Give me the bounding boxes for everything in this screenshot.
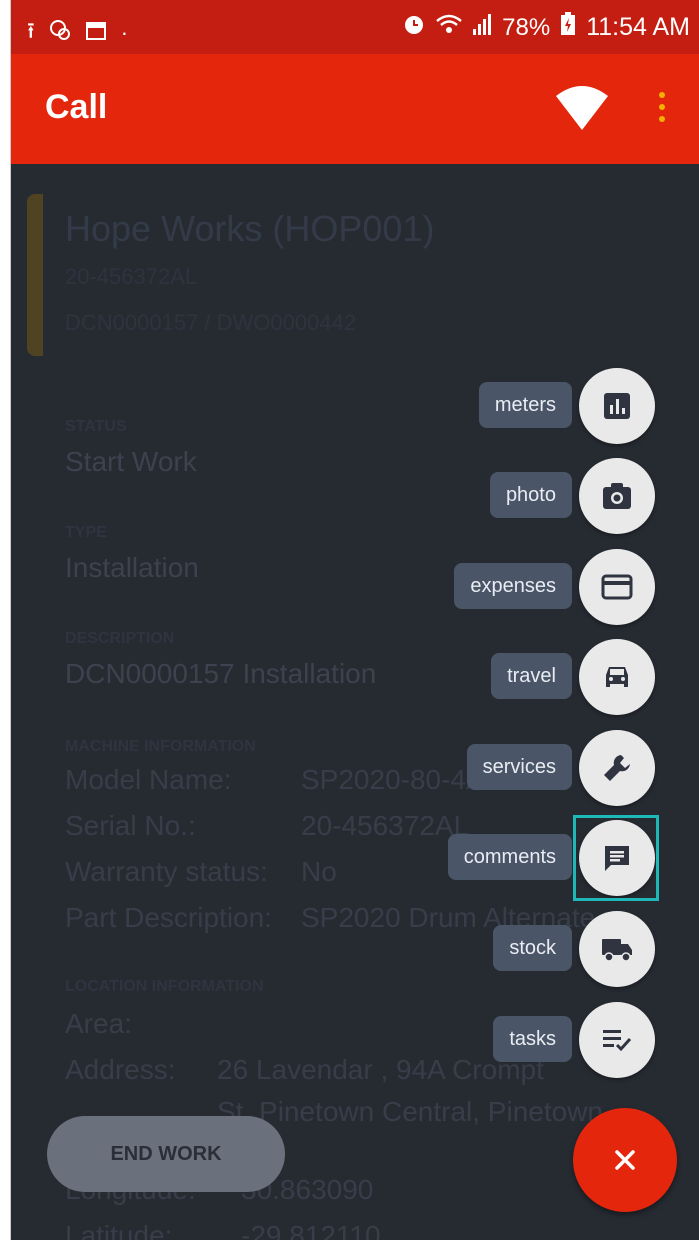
wifi-connected-icon[interactable]: [556, 84, 608, 135]
services-button[interactable]: [579, 730, 655, 806]
close-icon: [615, 1150, 635, 1170]
photo-label[interactable]: photo: [489, 472, 572, 518]
battery-percent: 78%: [502, 13, 551, 41]
page-title: Call: [45, 88, 108, 126]
close-menu-button[interactable]: [573, 1108, 677, 1212]
more-options-icon[interactable]: [659, 92, 665, 128]
services-label[interactable]: services: [466, 744, 572, 790]
truck-icon: [602, 939, 632, 962]
bar-chart-icon: [604, 393, 630, 419]
stock-label[interactable]: stock: [493, 925, 572, 971]
end-work-button[interactable]: END WORK: [47, 1116, 285, 1192]
status-bar: ⭱ · 78% 11:54 AM: [11, 0, 699, 54]
alarm-icon: [402, 12, 426, 43]
expenses-label[interactable]: expenses: [454, 563, 572, 609]
meters-button[interactable]: [579, 368, 655, 444]
tasks-label[interactable]: tasks: [493, 1016, 572, 1062]
chat-icon: [49, 19, 71, 47]
travel-label[interactable]: travel: [491, 653, 572, 699]
expenses-button[interactable]: [579, 549, 655, 625]
car-icon: [606, 667, 628, 687]
signal-icon: [472, 13, 492, 42]
clock: 11:54 AM: [586, 13, 690, 41]
comments-label[interactable]: comments: [447, 834, 572, 880]
app-bar: Call: [11, 54, 699, 164]
battery-icon: [560, 12, 576, 43]
meters-label[interactable]: meters: [478, 382, 572, 428]
credit-card-icon: [601, 574, 633, 600]
travel-button[interactable]: [579, 639, 655, 715]
focus-highlight: [573, 815, 659, 901]
photo-button[interactable]: [579, 458, 655, 534]
checklist-icon: [603, 1030, 632, 1052]
stock-button[interactable]: [579, 911, 655, 987]
upload-icon: ⭱: [27, 18, 35, 43]
wifi-status-icon: [436, 13, 462, 42]
tasks-button[interactable]: [579, 1002, 655, 1078]
wrench-icon: [604, 755, 630, 781]
calendar-icon: [85, 19, 107, 47]
dot-icon: ·: [120, 20, 129, 45]
camera-icon: [603, 483, 631, 509]
app-screen: ⭱ · 78% 11:54 AM Call Hope Works (HOP001…: [10, 0, 699, 1240]
